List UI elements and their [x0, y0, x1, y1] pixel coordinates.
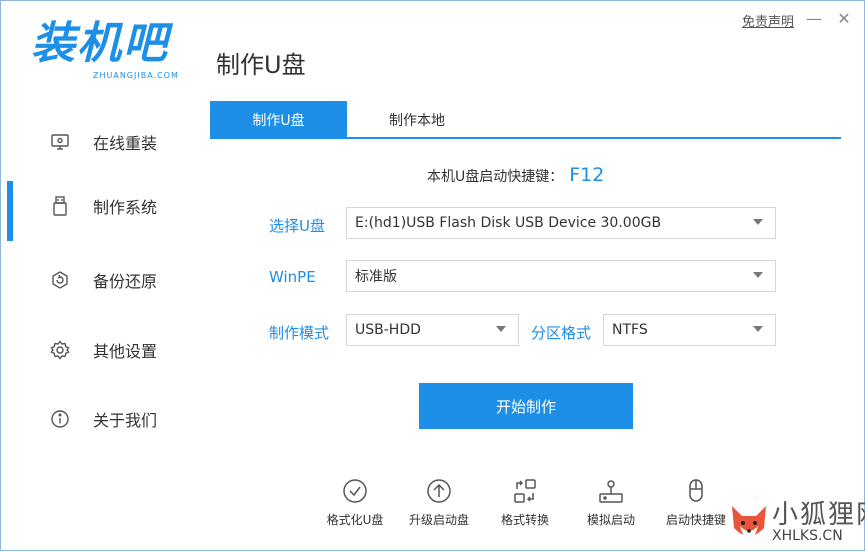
tab-make-local[interactable]: 制作本地	[347, 101, 487, 138]
hotkey-label: 本机U盘启动快捷键：	[427, 169, 564, 185]
winpe-select[interactable]: 标准版	[346, 260, 776, 292]
mode-label: 制作模式	[269, 324, 330, 342]
disclaimer-link[interactable]: 免责声明	[742, 11, 794, 30]
partition-value: NTFS	[612, 322, 648, 338]
sidebar-item-label: 制作系统	[93, 198, 158, 217]
fox-logo-icon	[732, 506, 766, 540]
usb-select-label: 选择U盘	[269, 217, 325, 235]
usb-device-value: E:(hd1)USB Flash Disk USB Device 30.00GB	[355, 215, 662, 231]
usb-drive-icon	[49, 195, 71, 217]
page-title: 制作U盘	[216, 51, 306, 79]
usb-device-select[interactable]: E:(hd1)USB Flash Disk USB Device 30.00GB	[346, 207, 776, 239]
mouse-icon	[682, 477, 710, 505]
sidebar-item-about-us[interactable]: 关于我们	[1, 394, 196, 444]
tool-upgrade-bootdisk[interactable]: 升级启动盘	[401, 477, 477, 529]
sidebar-item-label: 其他设置	[93, 342, 158, 361]
chevron-down-icon	[753, 272, 763, 278]
partition-label: 分区格式	[531, 324, 592, 342]
tab-bar: 制作U盘 制作本地	[210, 101, 841, 139]
watermark-en-text: XHLKS.CN	[772, 528, 843, 544]
sidebar: 装机吧 ZHUANGJIBA.COM 在线重装 制作系统 备份还原 其他设置 关…	[1, 1, 196, 550]
hotkey-value: F12	[569, 164, 605, 186]
sidebar-item-backup-restore[interactable]: 备份还原	[1, 255, 196, 305]
minimize-button[interactable]: —	[804, 9, 824, 29]
info-icon	[49, 408, 71, 430]
watermark: 小狐狸网 XHLKS.CN	[728, 494, 865, 552]
chevron-down-icon	[753, 326, 763, 332]
tool-label: 格式化U盘	[326, 513, 384, 527]
app-window: 装机吧 ZHUANGJIBA.COM 在线重装 制作系统 备份还原 其他设置 关…	[0, 0, 865, 551]
active-indicator	[7, 181, 13, 241]
sidebar-item-other-settings[interactable]: 其他设置	[1, 325, 196, 375]
winpe-label: WinPE	[269, 268, 316, 286]
chevron-down-icon	[753, 219, 763, 225]
convert-icon	[511, 477, 539, 505]
tool-format-usb[interactable]: 格式化U盘	[317, 477, 393, 529]
sidebar-item-label: 关于我们	[93, 411, 158, 430]
start-make-button[interactable]: 开始制作	[419, 383, 633, 429]
logo-text: 装机吧	[31, 18, 169, 69]
sidebar-item-label: 备份还原	[93, 272, 158, 291]
partition-select[interactable]: NTFS	[603, 314, 776, 346]
tab-make-usb[interactable]: 制作U盘	[210, 101, 347, 138]
tool-label: 模拟启动	[586, 513, 635, 527]
tool-label: 升级启动盘	[408, 513, 469, 527]
logo-subtitle: ZHUANGJIBA.COM	[93, 71, 179, 80]
check-circle-icon	[341, 477, 369, 505]
tool-label: 启动快捷键	[665, 513, 726, 527]
upgrade-arrow-icon	[425, 477, 453, 505]
sidebar-item-online-reinstall[interactable]: 在线重装	[1, 117, 196, 167]
sidebar-item-label: 在线重装	[93, 134, 158, 153]
mode-select[interactable]: USB-HDD	[346, 314, 519, 346]
monitor-icon	[49, 131, 71, 153]
tool-format-convert[interactable]: 格式转换	[487, 477, 563, 529]
close-button[interactable]: ✕	[834, 9, 854, 29]
mode-value: USB-HDD	[355, 322, 421, 338]
tool-label: 格式转换	[500, 513, 549, 527]
app-logo: 装机吧 ZHUANGJIBA.COM	[31, 19, 186, 89]
tool-simulate-boot[interactable]: 模拟启动	[573, 477, 649, 529]
winpe-value: 标准版	[355, 269, 397, 285]
chevron-down-icon	[496, 326, 506, 332]
gear-icon	[49, 339, 71, 361]
simulate-icon	[597, 477, 625, 505]
tool-boot-hotkey[interactable]: 启动快捷键	[658, 477, 734, 529]
backup-icon	[49, 269, 71, 291]
sidebar-item-make-system[interactable]: 制作系统	[1, 181, 196, 241]
watermark-cn-text: 小狐狸网	[772, 500, 865, 530]
boot-hotkey-info: 本机U盘启动快捷键： F12	[427, 164, 604, 186]
